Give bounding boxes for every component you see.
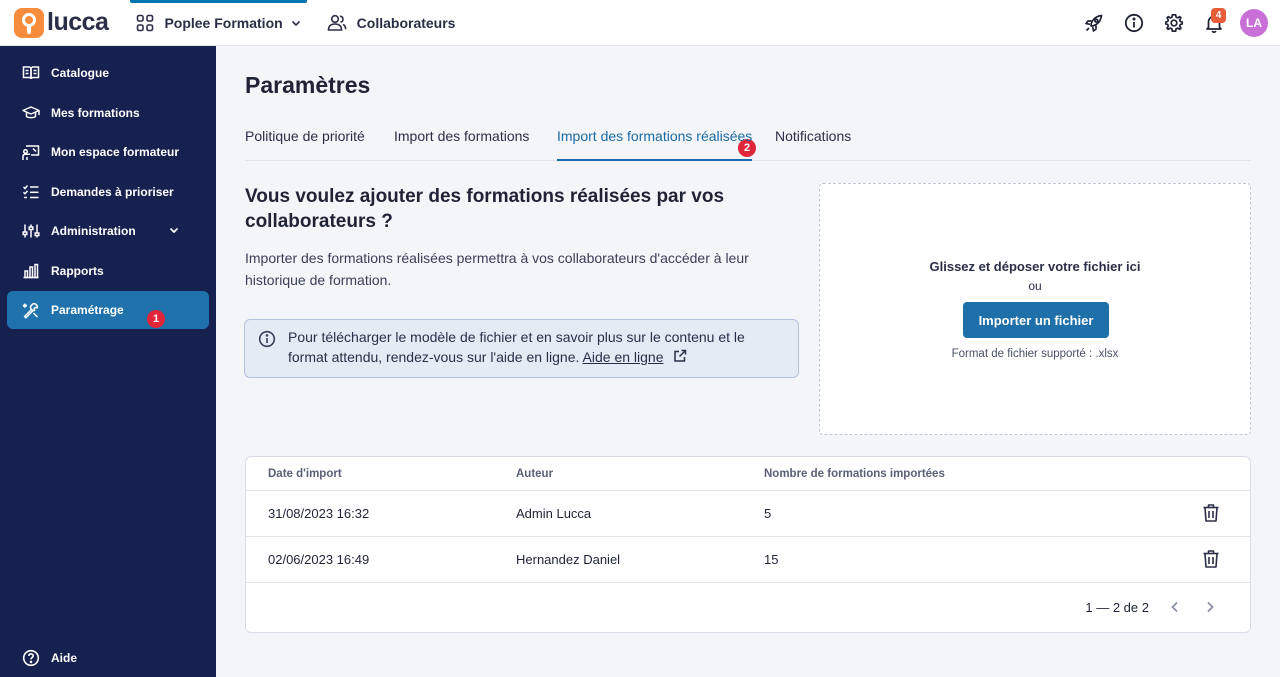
sidebar-item-label: Administration [51,224,136,238]
online-help-link[interactable]: Aide en ligne [583,349,664,365]
column-header-count: Nombre de formations importées [764,468,945,480]
sidebar-item-parametrage[interactable]: Paramétrage [7,291,209,329]
app-switcher[interactable]: Poplee Formation [130,0,307,46]
notifications-button[interactable]: 4 [1194,0,1234,46]
import-author: Hernandez Daniel [516,552,621,567]
sidebar-item-rapports[interactable]: Rapports [7,252,209,290]
sidebar-item-aide[interactable]: Aide [7,639,209,677]
column-header-date: Date d'import [268,468,342,480]
trash-icon[interactable] [1202,549,1220,569]
book-icon [22,66,40,80]
section-description: Importer des formations réalisées permet… [245,250,749,288]
lucca-logo-icon [14,7,44,38]
sliders-icon [22,224,40,238]
file-dropzone[interactable]: Glissez et déposer votre fichier ici ou … [819,183,1251,435]
info-icon [258,330,276,348]
dropzone-title: Glissez et déposer votre fichier ici [929,259,1141,274]
bar-chart-icon [23,263,39,279]
tab-import-des-formations-realisees[interactable]: Import des formations réalisées [557,128,753,161]
chevron-down-icon [291,20,300,26]
page-title: Paramètres [245,72,371,98]
column-header-author: Auteur [516,468,554,480]
import-count: 15 [764,552,779,567]
table-pagination: 1 — 2 de 2 [246,582,1250,632]
people-icon [327,14,347,31]
section-title: Vous voulez ajouter des formations réali… [245,186,725,232]
tab-politique-de-priorite[interactable]: Politique de priorité [245,128,365,161]
sidebar-item-administration[interactable]: Administration [7,212,209,250]
brand-name: lucca [47,8,109,36]
sidebar-item-label: Aide [51,651,78,665]
trash-icon[interactable] [1202,503,1220,523]
callout-content: Pour télécharger le modèle de fichier et… [288,327,788,367]
chevron-right-icon[interactable] [1203,600,1217,614]
app-switcher-label: Poplee Formation [164,14,283,31]
lucca-logo[interactable]: lucca [14,7,109,38]
apps-grid-icon [137,14,154,31]
collaborateurs-link[interactable]: Collaborateurs [321,0,462,46]
top-nav: Poplee Formation Collaborateurs [130,0,461,46]
notification-count-badge: 4 [1211,8,1226,23]
gear-icon [1164,13,1184,33]
step-marker-1: 1 [147,310,165,328]
tab-import-des-formations[interactable]: Import des formations [394,128,529,161]
sidebar-item-demandes-a-prioriser[interactable]: Demandes à prioriser [7,173,209,211]
chevron-down-icon [169,227,179,234]
import-author: Admin Lucca [516,506,592,521]
graduation-cap-icon [22,106,40,119]
import-file-button[interactable]: Importer un fichier [963,302,1109,338]
checklist-icon [22,185,39,199]
info-button[interactable] [1114,0,1154,46]
top-actions: 4 LA [1074,0,1268,46]
sidebar-item-label: Paramétrage [51,303,124,317]
sidebar-item-label: Mon espace formateur [51,145,180,159]
supported-format: Format de fichier supporté : .xlsx [951,348,1119,360]
collaborateurs-label: Collaborateurs [356,14,456,31]
rocket-icon [1085,14,1103,32]
rocket-button[interactable] [1074,0,1114,46]
imports-table: Date d'import Auteur Nombre de formation… [245,456,1251,633]
user-avatar[interactable]: LA [1240,9,1268,37]
external-link-icon[interactable] [673,349,687,363]
table-row: 31/08/2023 16:32 Admin Lucca 5 [246,490,1250,536]
table-row: 02/06/2023 16:49 Hernandez Daniel 15 [246,536,1250,582]
top-bar: lucca Poplee Formation Collaborateurs 4 … [0,0,1280,46]
sidebar-item-label: Demandes à prioriser [51,185,174,199]
dropzone-or: ou [1028,279,1042,293]
presentation-board-icon [22,144,40,160]
sidebar-item-label: Catalogue [51,66,110,80]
settings-button[interactable] [1154,0,1194,46]
import-date: 31/08/2023 16:32 [268,506,370,521]
tab-bar: Politique de priorité Import des formati… [245,122,1251,161]
info-icon [1124,13,1144,33]
tab-notifications[interactable]: Notifications [775,128,851,161]
sidebar-item-mes-formations[interactable]: Mes formations [7,94,209,132]
sidebar-item-label: Rapports [51,264,104,278]
tools-icon [22,302,39,319]
help-callout: Pour télécharger le modèle de fichier et… [244,319,799,378]
sidebar-item-label: Mes formations [51,106,140,120]
pagination-range: 1 — 2 de 2 [1085,600,1149,615]
sidebar-item-mon-espace-formateur[interactable]: Mon espace formateur [7,133,209,171]
chevron-left-icon[interactable] [1168,600,1182,614]
sidebar: Catalogue Mes formations Mon espace form… [0,46,216,677]
import-date: 02/06/2023 16:49 [268,552,370,567]
help-circle-icon [22,649,40,667]
sidebar-item-catalogue[interactable]: Catalogue [7,54,209,92]
import-count: 5 [764,506,772,521]
